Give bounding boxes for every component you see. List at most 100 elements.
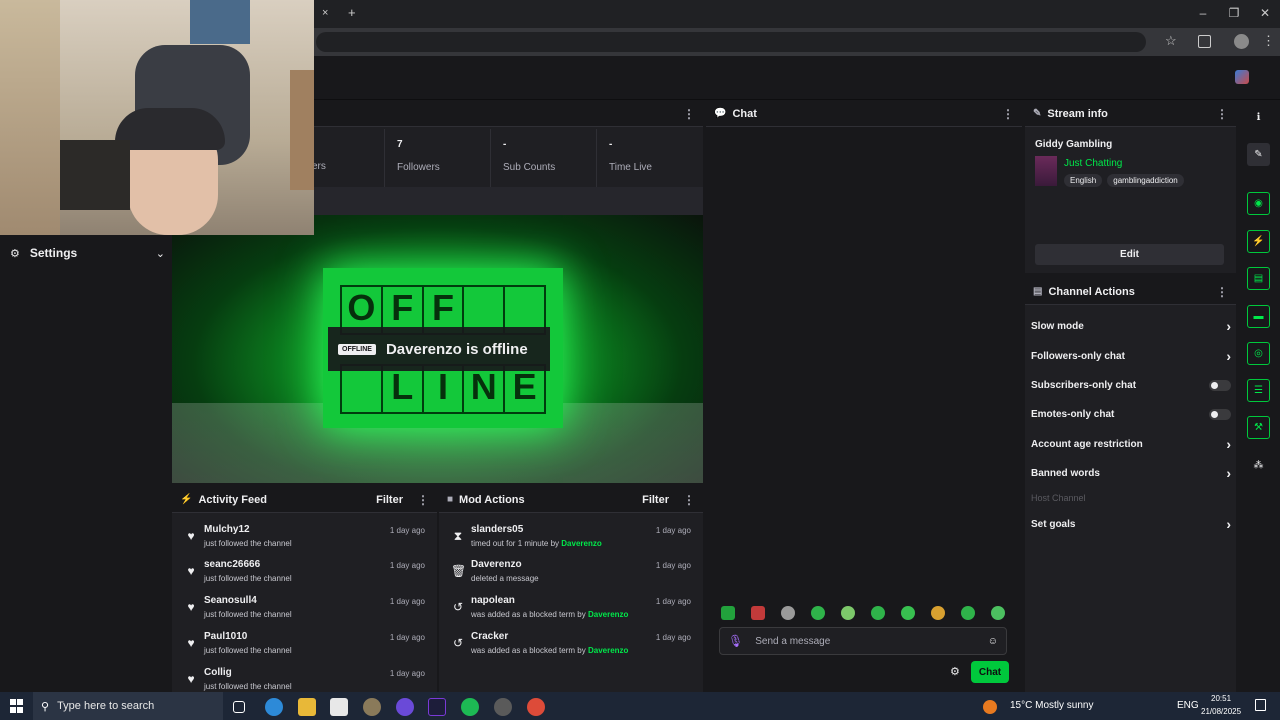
minimize-button[interactable]: –: [1191, 6, 1215, 20]
banned-words-item[interactable]: Banned words ›: [1031, 463, 1231, 483]
mod-action-time: 1 day ago: [655, 633, 691, 642]
video-player[interactable]: O F F L I N E OFFLINE Daverenzo is offli…: [172, 215, 703, 483]
plugins-icon[interactable]: ⁂: [1247, 454, 1270, 477]
emote-icon[interactable]: [991, 606, 1005, 620]
microphone-icon[interactable]: 🎙: [728, 634, 743, 648]
browser-menu-icon[interactable]: ⋮: [1262, 33, 1275, 49]
follower-name[interactable]: Mulchy12: [204, 524, 250, 535]
edge-browser-icon[interactable]: [265, 698, 283, 716]
tag-chip[interactable]: English: [1064, 174, 1103, 187]
mod-filter-button[interactable]: Filter: [642, 494, 669, 506]
chat-send-button[interactable]: Chat: [971, 661, 1009, 683]
account-age-item[interactable]: Account age restriction ›: [1031, 434, 1231, 454]
follower-name[interactable]: Collig: [204, 667, 232, 678]
moderator-name[interactable]: Daverenzo: [588, 646, 628, 655]
more-options-icon[interactable]: ⋮: [1216, 285, 1228, 299]
more-options-icon[interactable]: ⋮: [1002, 107, 1014, 121]
follower-name[interactable]: Seanosull4: [204, 595, 257, 606]
mod-target-name[interactable]: napolean: [471, 595, 515, 606]
task-view-icon[interactable]: [233, 701, 245, 713]
document-icon[interactable]: ▤: [1247, 267, 1270, 290]
sub-count-label: Sub Counts: [503, 162, 556, 173]
moderator-name[interactable]: Daverenzo: [588, 610, 628, 619]
mod-actions-title: Mod Actions: [459, 493, 525, 506]
slow-mode-item[interactable]: Slow mode ›: [1031, 316, 1231, 336]
lightning-icon[interactable]: ⚡: [1247, 230, 1270, 253]
webcam-cap: [115, 108, 225, 150]
chat-settings-gear-icon[interactable]: ⚙: [950, 665, 960, 678]
language-indicator[interactable]: ENG: [1177, 700, 1199, 711]
activity-text: just followed the channel: [204, 682, 292, 691]
tag-chip[interactable]: gamblingaddiction: [1107, 174, 1184, 187]
spotify-icon[interactable]: [461, 698, 479, 716]
chat-input[interactable]: 🎙 Send a message ☺: [719, 627, 1007, 655]
heart-icon: ♥: [187, 529, 195, 543]
info-icon[interactable]: ℹ: [1247, 106, 1270, 129]
new-tab-button[interactable]: +: [348, 5, 356, 20]
settings-toggle[interactable]: ⚙ Settings ⌄: [10, 245, 165, 261]
emotes-only-item: Emotes-only chat: [1031, 404, 1231, 424]
notifications-icon[interactable]: [1255, 699, 1266, 711]
chrome-profile-icon[interactable]: [494, 698, 512, 716]
taskbar-search-box[interactable]: ⚲ Type here to search: [33, 692, 223, 720]
window-close-button[interactable]: ✕: [1253, 6, 1277, 20]
more-options-icon[interactable]: ⋮: [1216, 107, 1228, 121]
emote-icon[interactable]: [811, 606, 825, 620]
emote-icon[interactable]: [961, 606, 975, 620]
follower-name[interactable]: Paul1010: [204, 631, 247, 642]
emote-icon[interactable]: [841, 606, 855, 620]
edit-stream-button[interactable]: Edit: [1035, 244, 1224, 265]
followers-only-item[interactable]: Followers-only chat ›: [1031, 346, 1231, 366]
mod-target-name[interactable]: slanders05: [471, 524, 523, 535]
action-label: Host Channel: [1031, 493, 1086, 503]
emoji-icon[interactable]: ☺: [988, 636, 998, 647]
list-item: 🗑 Daverenzo deleted a message 1 day ago: [439, 559, 703, 595]
chat-icon[interactable]: ▬: [1247, 305, 1270, 328]
mod-target-name[interactable]: Cracker: [471, 631, 508, 642]
moderator-name[interactable]: Daverenzo: [561, 539, 601, 548]
bookmark-star-icon[interactable]: ☆: [1165, 33, 1177, 49]
clock-time[interactable]: 20:51: [1211, 694, 1231, 703]
clock-date[interactable]: 21/08/2025: [1201, 707, 1241, 716]
app-icon[interactable]: [363, 698, 381, 716]
chrome-icon[interactable]: [527, 698, 545, 716]
mod-target-name[interactable]: Daverenzo: [471, 559, 522, 570]
emote-icon[interactable]: [931, 606, 945, 620]
broadcast-icon[interactable]: ◎: [1247, 342, 1270, 365]
wrench-icon[interactable]: ⚒: [1247, 416, 1270, 439]
activity-filter-button[interactable]: Filter: [376, 494, 403, 506]
set-goals-item[interactable]: Set goals ›: [1031, 514, 1231, 534]
more-options-icon[interactable]: ⋮: [683, 107, 695, 121]
tab-close-icon[interactable]: ×: [322, 7, 328, 19]
emotes-only-toggle[interactable]: [1209, 408, 1231, 420]
address-bar[interactable]: [316, 32, 1146, 52]
more-options-icon[interactable]: ⋮: [683, 493, 695, 507]
emote-icon[interactable]: [781, 606, 795, 620]
next-app-icon[interactable]: [428, 698, 446, 716]
layout-icon[interactable]: ☰: [1247, 379, 1270, 402]
file-explorer-icon[interactable]: [298, 698, 316, 716]
profile-avatar[interactable]: [1234, 34, 1249, 49]
emote-icon[interactable]: [871, 606, 885, 620]
focus-icon[interactable]: ◉: [1247, 192, 1270, 215]
action-label: Slow mode: [1031, 320, 1084, 332]
emote-icon[interactable]: [751, 606, 765, 620]
webcam-poster: [190, 0, 250, 44]
emote-icon[interactable]: [901, 606, 915, 620]
mod-action-time: 1 day ago: [655, 526, 691, 535]
windows-start-icon[interactable]: [10, 699, 24, 713]
category-link[interactable]: Just Chatting: [1064, 158, 1122, 169]
time-live-label: Time Live: [609, 162, 652, 173]
weather-text[interactable]: 15°C Mostly sunny: [1010, 700, 1093, 711]
list-item: ⧗ slanders05 timed out for 1 minute by Dav…: [439, 524, 703, 560]
more-options-icon[interactable]: ⋮: [417, 493, 429, 507]
extension-logo-icon[interactable]: [1235, 70, 1249, 84]
obs-icon[interactable]: [396, 698, 414, 716]
subscribers-only-toggle[interactable]: [1209, 379, 1231, 391]
pencil-icon[interactable]: ✎: [1247, 143, 1270, 166]
emote-icon[interactable]: [721, 606, 735, 620]
restore-button[interactable]: ❐: [1222, 6, 1246, 20]
store-icon[interactable]: [330, 698, 348, 716]
extensions-icon[interactable]: [1198, 35, 1211, 48]
follower-name[interactable]: seanc26666: [204, 559, 260, 570]
